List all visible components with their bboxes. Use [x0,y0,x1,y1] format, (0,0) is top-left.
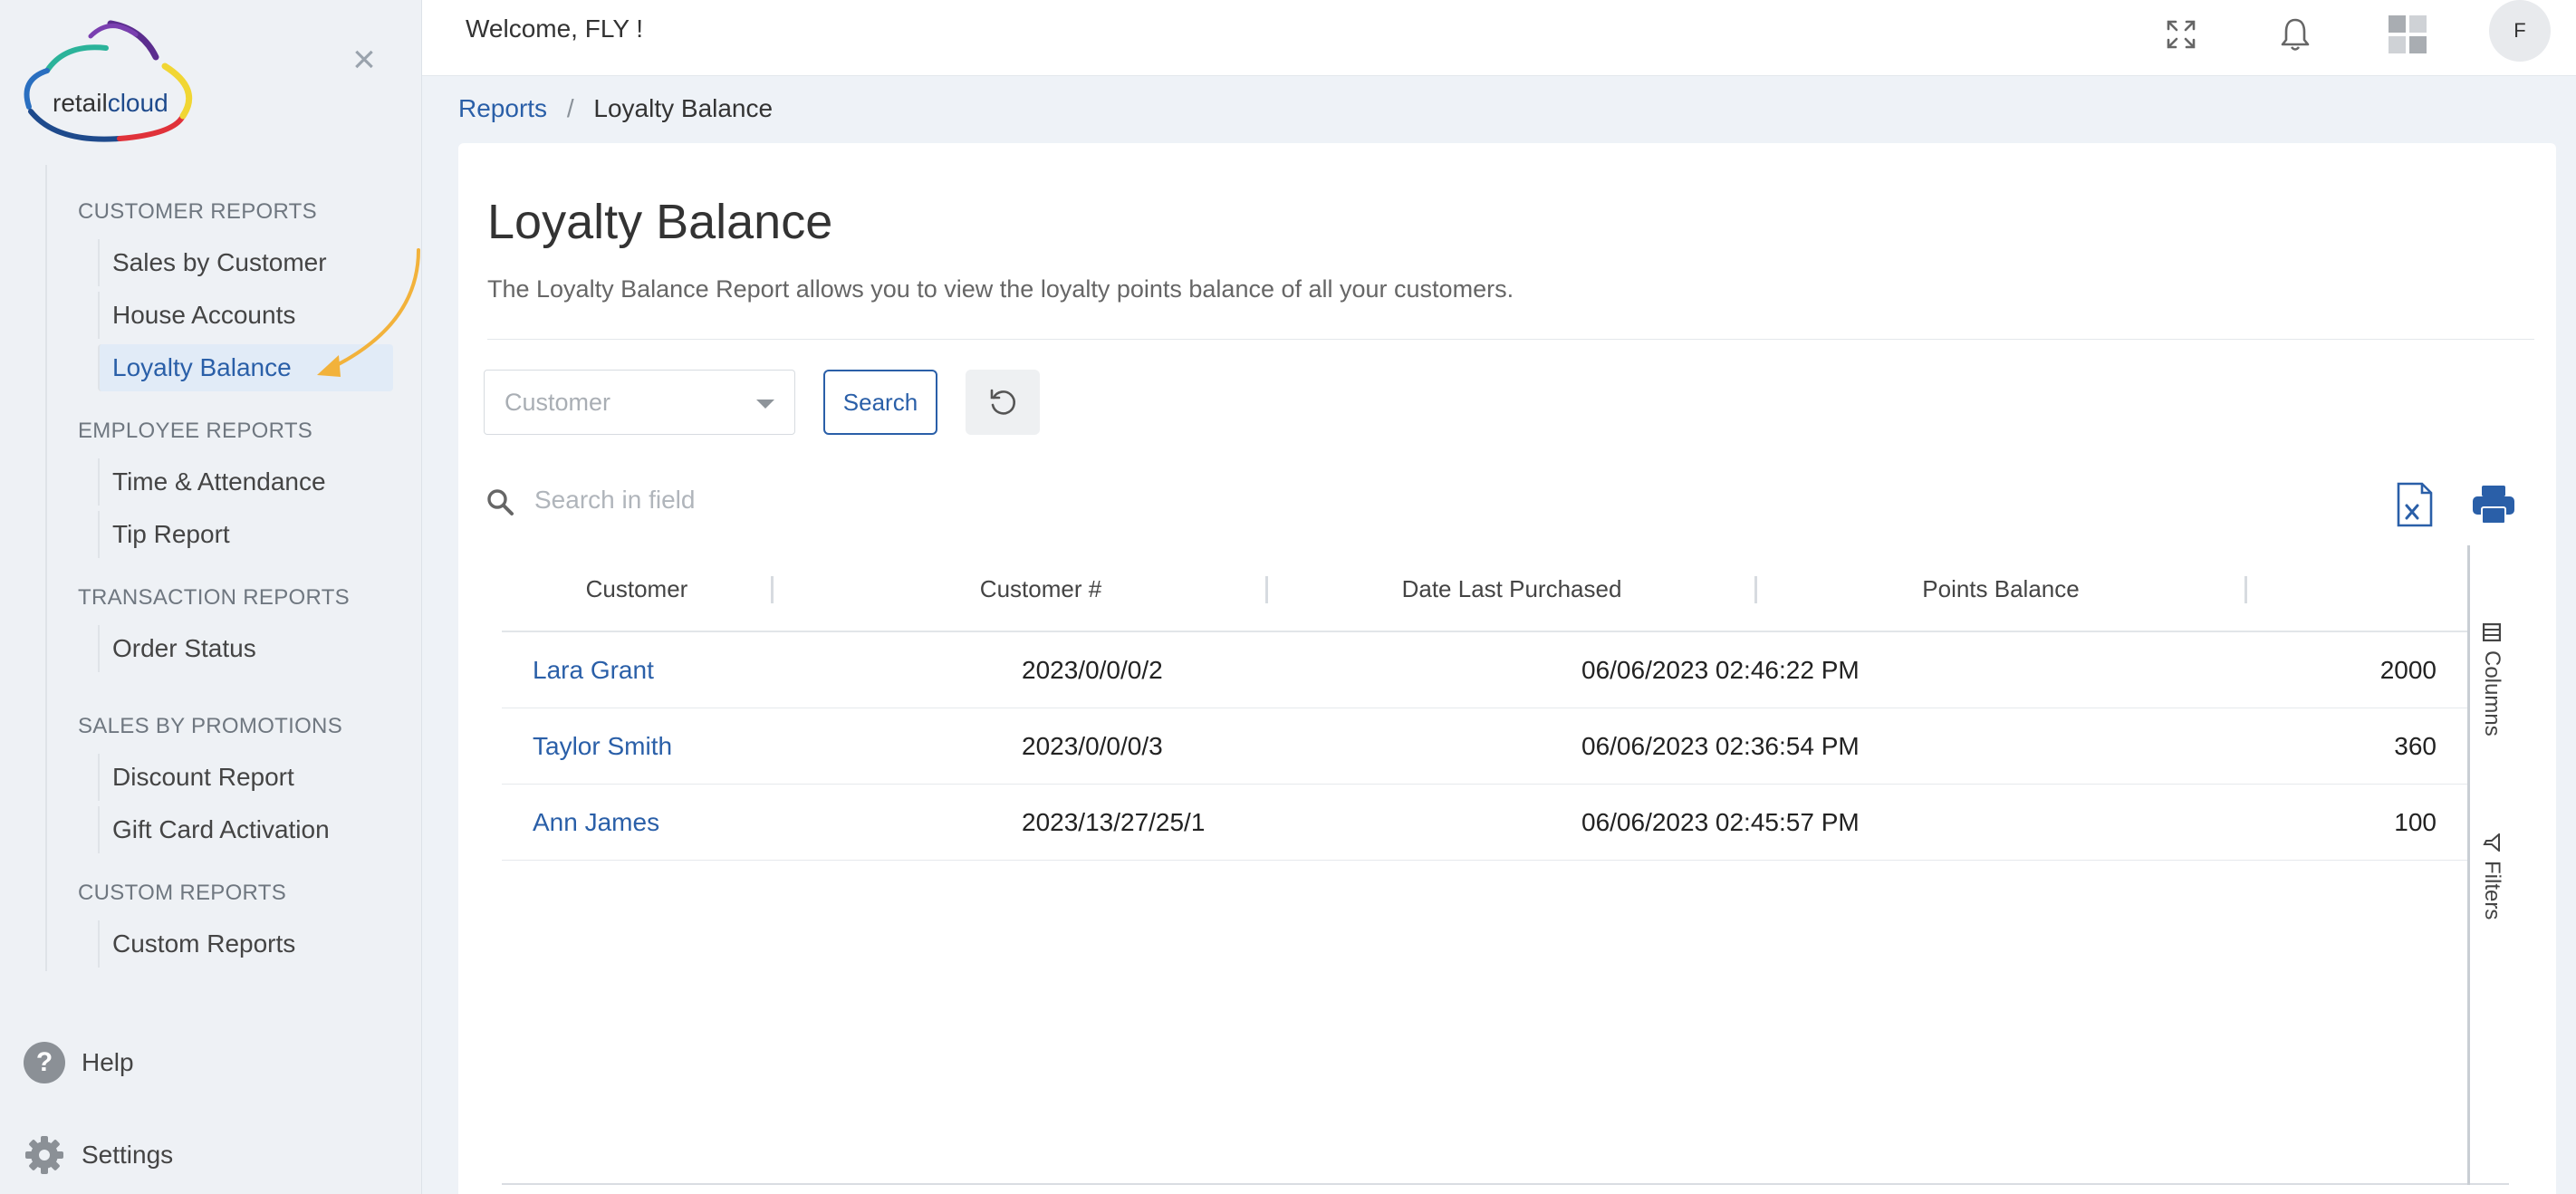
section-customer-reports: CUSTOMER REPORTS [78,199,317,224]
field-search-placeholder: Search in field [534,486,696,514]
report-card: Loyalty Balance The Loyalty Balance Repo… [458,143,2556,1194]
caret-down-icon [756,400,774,409]
refresh-icon [990,389,1015,415]
customer-name-link[interactable]: Ann James [533,785,659,861]
help-link[interactable]: ? Help [24,1042,134,1083]
points-cell: 2000 [2379,656,2437,684]
sidebar: retailcloud × CUSTOMER REPORTS Sales by … [0,0,422,1194]
fullscreen-icon[interactable] [2159,13,2203,56]
filters-tab[interactable]: Filters [2474,833,2510,920]
date-cell: 06/06/2023 02:36:54 PM [1581,732,1860,760]
export-excel-icon[interactable] [2397,482,2433,532]
welcome-text: Welcome, FLY ! [466,14,644,43]
annotation-arrow-icon [317,248,420,377]
table-row[interactable]: Taylor Smith 2023/0/0/0/3 06/06/2023 02:… [502,708,2467,785]
sidebar-item-time-attendance[interactable]: Time & Attendance [98,458,393,506]
column-header-date-last-purchased[interactable]: Date Last Purchased [1267,545,1756,632]
breadcrumb: Reports / Loyalty Balance [458,94,773,123]
settings-label: Settings [82,1141,174,1169]
apps-grid-icon[interactable] [2386,13,2429,56]
help-icon: ? [24,1042,65,1083]
breadcrumb-separator: / [566,94,574,122]
search-icon [487,489,514,515]
filter-icon [2483,833,2500,852]
customer-select[interactable]: Customer [484,370,795,435]
print-icon[interactable] [2473,486,2514,528]
logo-text: retailcloud [53,89,168,117]
columns-tab[interactable]: Columns [2474,623,2510,737]
section-sales-by-promotions: SALES BY PROMOTIONS [78,714,343,738]
section-transaction-reports: TRANSACTION REPORTS [78,585,350,610]
top-bar: Welcome, FLY ! F [422,0,2576,76]
page-title: Loyalty Balance [487,195,833,249]
grid-side-panel: Columns Filters [2467,545,2509,1185]
sidebar-item-tip-report[interactable]: Tip Report [98,511,393,558]
section-employee-reports: EMPLOYEE REPORTS [78,419,313,443]
sidebar-item-order-status[interactable]: Order Status [98,625,393,672]
column-resize-handle[interactable] [2244,576,2247,603]
user-avatar[interactable]: F [2489,0,2551,62]
sidebar-item-discount-report[interactable]: Discount Report [98,754,393,801]
date-cell: 06/06/2023 02:46:22 PM [1581,656,1860,684]
breadcrumb-current: Loyalty Balance [593,94,774,122]
search-button[interactable]: Search [823,370,937,435]
table-row[interactable]: Lara Grant 2023/0/0/0/2 06/06/2023 02:46… [502,632,2467,708]
customer-name-link[interactable]: Lara Grant [533,632,654,708]
column-header-points-balance[interactable]: Points Balance [1756,545,2245,632]
table-header: Customer Customer # Date Last Purchased … [502,545,2467,632]
field-search-input[interactable]: Search in field [485,478,1210,524]
columns-tab-label: Columns [2480,650,2504,737]
table-row[interactable]: Ann James 2023/13/27/25/1 06/06/2023 02:… [502,785,2467,861]
customer-number-cell: 2023/0/0/0/2 [1022,656,1163,684]
sidebar-item-custom-reports[interactable]: Custom Reports [98,920,393,968]
close-sidebar-icon[interactable]: × [348,40,380,80]
notification-bell-icon[interactable] [2273,13,2317,56]
customer-number-cell: 2023/0/0/0/3 [1022,732,1163,760]
gear-icon [25,1136,63,1174]
nav-rail [45,165,47,971]
points-cell: 360 [2394,732,2437,760]
columns-icon [2483,623,2501,641]
customer-name-link[interactable]: Taylor Smith [533,708,672,785]
section-custom-reports: CUSTOM REPORTS [78,881,287,905]
loyalty-table: Customer Customer # Date Last Purchased … [502,545,2509,1185]
reset-button[interactable] [966,370,1040,435]
date-cell: 06/06/2023 02:45:57 PM [1581,808,1860,836]
customer-select-placeholder: Customer [505,389,611,416]
filters-tab-label: Filters [2480,861,2504,920]
page-description: The Loyalty Balance Report allows you to… [487,275,1514,303]
points-cell: 100 [2394,808,2437,836]
logo-cloud-graphic [24,20,193,142]
settings-link[interactable]: Settings [24,1134,173,1176]
column-header-customer-number[interactable]: Customer # [772,545,1310,632]
divider [487,339,2534,340]
breadcrumb-reports-link[interactable]: Reports [458,94,547,122]
help-label: Help [82,1048,134,1076]
column-header-customer[interactable]: Customer [502,545,772,632]
customer-number-cell: 2023/13/27/25/1 [1022,808,1206,836]
retailcloud-logo[interactable]: retailcloud [20,16,210,143]
sidebar-item-gift-card-activation[interactable]: Gift Card Activation [98,806,393,853]
